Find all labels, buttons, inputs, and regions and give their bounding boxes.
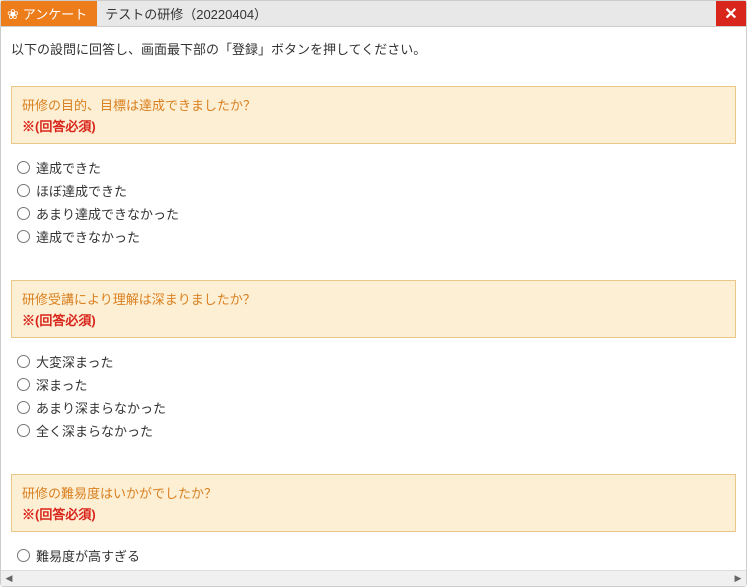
option-radio[interactable] (17, 549, 30, 562)
option-row: 達成できなかった (17, 225, 730, 248)
option-radio[interactable] (17, 378, 30, 391)
option-label[interactable]: 達成できた (36, 158, 101, 177)
content-scroll-area[interactable]: 以下の設問に回答し、画面最下部の「登録」ボタンを押してください。 研修の目的、目… (1, 27, 746, 570)
option-label[interactable]: 大変深まった (36, 352, 113, 371)
required-label: ※(回答必須) (22, 504, 725, 523)
question-block: 研修の目的、目標は達成できましたか？ ※(回答必須) 達成できた ほぼ達成できた… (11, 86, 736, 252)
horizontal-scrollbar[interactable]: ◀ ▶ (1, 570, 746, 586)
header-bar: ❀ アンケート テストの研修（20220404） ✕ (1, 1, 746, 27)
scroll-right-arrow[interactable]: ▶ (730, 572, 746, 586)
option-row: 大変深まった (17, 350, 730, 373)
close-button[interactable]: ✕ (716, 1, 746, 26)
question-header: 研修の目的、目標は達成できましたか？ ※(回答必須) (11, 86, 736, 144)
question-text: 研修受講により理解は深まりましたか？ (22, 289, 725, 308)
question-text: 研修の難易度はいかがでしたか？ (22, 483, 725, 502)
header-badge-label: アンケート (23, 4, 87, 23)
option-row: 達成できた (17, 156, 730, 179)
required-label: ※(回答必須) (22, 310, 725, 329)
header-badge: ❀ アンケート (1, 1, 97, 26)
options-list: 大変深まった 深まった あまり深まらなかった 全く深まらなかった (11, 346, 736, 446)
option-radio[interactable] (17, 184, 30, 197)
question-block: 研修の難易度はいかがでしたか？ ※(回答必須) 難易度が高すぎる 適当である (11, 474, 736, 570)
option-row: 全く深まらなかった (17, 419, 730, 442)
option-label[interactable]: ほぼ達成できた (36, 181, 127, 200)
option-label[interactable]: あまり深まらなかった (36, 398, 166, 417)
option-row: あまり達成できなかった (17, 202, 730, 225)
option-row: 難易度が高すぎる (17, 544, 730, 567)
instruction-text: 以下の設問に回答し、画面最下部の「登録」ボタンを押してください。 (11, 39, 736, 58)
content: 以下の設問に回答し、画面最下部の「登録」ボタンを押してください。 研修の目的、目… (1, 27, 746, 570)
close-icon: ✕ (724, 4, 737, 24)
option-label[interactable]: 深まった (36, 375, 87, 394)
option-label[interactable]: 達成できなかった (36, 227, 140, 246)
option-label[interactable]: 全く深まらなかった (36, 421, 153, 440)
header-title: テストの研修（20220404） (97, 1, 716, 26)
options-list: 達成できた ほぼ達成できた あまり達成できなかった 達成できなかった (11, 152, 736, 252)
option-label[interactable]: 難易度が高すぎる (36, 546, 140, 565)
option-radio[interactable] (17, 230, 30, 243)
question-header: 研修の難易度はいかがでしたか？ ※(回答必須) (11, 474, 736, 532)
option-label[interactable]: あまり達成できなかった (36, 204, 179, 223)
scroll-left-arrow[interactable]: ◀ (1, 572, 17, 586)
option-row: ほぼ達成できた (17, 179, 730, 202)
option-row: 深まった (17, 373, 730, 396)
scroll-track[interactable] (17, 572, 730, 586)
option-radio[interactable] (17, 401, 30, 414)
option-radio[interactable] (17, 355, 30, 368)
option-radio[interactable] (17, 161, 30, 174)
options-list: 難易度が高すぎる 適当である (11, 540, 736, 570)
required-label: ※(回答必須) (22, 116, 725, 135)
question-block: 研修受講により理解は深まりましたか？ ※(回答必須) 大変深まった 深まった あ… (11, 280, 736, 446)
question-header: 研修受講により理解は深まりましたか？ ※(回答必須) (11, 280, 736, 338)
option-row: あまり深まらなかった (17, 396, 730, 419)
option-radio[interactable] (17, 424, 30, 437)
option-radio[interactable] (17, 207, 30, 220)
question-text: 研修の目的、目標は達成できましたか？ (22, 95, 725, 114)
survey-icon: ❀ (7, 7, 19, 21)
